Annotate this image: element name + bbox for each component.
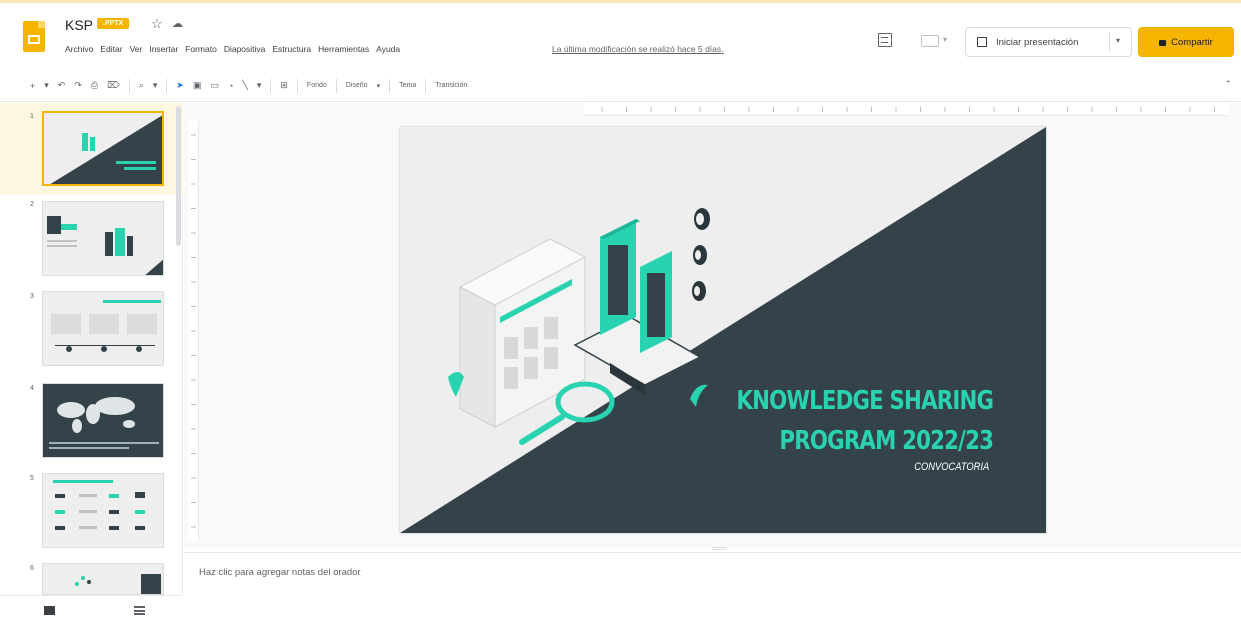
print-icon[interactable]: ⎙: [91, 80, 98, 91]
menu-estructura[interactable]: Estructura: [272, 44, 311, 54]
view-switcher: [0, 595, 183, 628]
present-icon: [977, 37, 987, 47]
meet-icon[interactable]: [921, 35, 939, 47]
menu-herramientas[interactable]: Herramientas: [318, 44, 369, 54]
menu-ver[interactable]: Ver: [130, 44, 143, 54]
layout-button[interactable]: Diseño: [346, 82, 368, 89]
filmstrip-scrollbar[interactable]: [176, 106, 181, 246]
chevron-down-icon[interactable]: ▾: [943, 35, 947, 44]
slide-number: 4: [30, 385, 34, 392]
cloud-status-icon[interactable]: ☁: [172, 17, 183, 30]
undo-icon[interactable]: ↶: [58, 80, 66, 91]
slide-number: 2: [30, 201, 34, 208]
chevron-down-icon[interactable]: ▾: [153, 80, 158, 91]
paint-format-icon[interactable]: ⌦: [107, 80, 120, 91]
menu-diapositiva[interactable]: Diapositiva: [224, 44, 266, 54]
transition-button[interactable]: Transición: [435, 82, 467, 89]
chevron-down-icon[interactable]: ▾: [377, 82, 381, 90]
file-type-badge: .PPTX: [97, 18, 130, 29]
document-title[interactable]: KSP: [65, 17, 93, 33]
menu-insertar[interactable]: Insertar: [149, 44, 178, 54]
slide-subtitle[interactable]: CONVOCATORIA: [914, 461, 989, 473]
slide-thumbnail-6[interactable]: [42, 563, 164, 595]
menu-ayuda[interactable]: Ayuda: [376, 44, 400, 54]
lock-icon: [1159, 40, 1167, 46]
slide-title[interactable]: KNOWLEDGE SHARING PROGRAM 2022/23: [736, 381, 994, 461]
grid-view-icon[interactable]: [44, 606, 55, 615]
current-slide[interactable]: KNOWLEDGE SHARING PROGRAM 2022/23 CONVOC…: [400, 127, 1046, 533]
comment-add-icon[interactable]: ⊞: [280, 80, 288, 91]
toolbar: + ▾ ↶ ↷ ⎙ ⌦ ⌕ ▾ ➤ ▣ ▭ ◔ ╲ ▾ ⊞ Fondo Dise…: [0, 70, 1241, 102]
slide-title-line-2: PROGRAM 2022/23: [779, 426, 994, 456]
menu-editar[interactable]: Editar: [100, 44, 122, 54]
comments-icon[interactable]: [878, 33, 892, 47]
background-button[interactable]: Fondo: [307, 82, 327, 89]
share-button[interactable]: Compartir: [1138, 27, 1234, 57]
slide-thumbnail-1[interactable]: [42, 111, 164, 186]
filmstrip-view-icon[interactable]: [134, 606, 145, 615]
textbox-icon[interactable]: ▣: [193, 80, 202, 91]
chevron-down-icon[interactable]: ▾: [44, 80, 49, 91]
slide-thumbnail-5[interactable]: [42, 473, 164, 548]
select-icon[interactable]: ➤: [176, 80, 184, 91]
share-label: Compartir: [1171, 36, 1213, 48]
theme-button[interactable]: Tema: [399, 82, 416, 89]
present-options-chevron-icon[interactable]: ▾: [1116, 36, 1120, 45]
horizontal-ruler[interactable]: [584, 103, 1229, 116]
shape-icon[interactable]: ◔: [228, 81, 233, 91]
slide-thumbnail-4[interactable]: [42, 383, 164, 458]
redo-icon[interactable]: ↷: [74, 80, 82, 91]
present-label: Iniciar presentación: [996, 36, 1079, 48]
last-edit-link[interactable]: La última modificación se realizó hace 5…: [552, 44, 724, 54]
chevron-down-icon[interactable]: ▾: [257, 80, 262, 91]
menu-bar: Archivo Editar Ver Insertar Formato Diap…: [65, 44, 400, 54]
present-button[interactable]: Iniciar presentación ▾: [965, 27, 1132, 57]
slide-thumbnail-2[interactable]: [42, 201, 164, 276]
slide-number: 5: [30, 475, 34, 482]
notes-resize-handle[interactable]: [712, 547, 726, 550]
top-bar: KSP .PPTX ☆ ☁ Archivo Editar Ver Inserta…: [0, 0, 1241, 68]
add-icon[interactable]: +: [30, 81, 35, 91]
slide-filmstrip: 1 2 3 4 5 6: [0, 103, 183, 595]
image-icon[interactable]: ▭: [210, 80, 219, 91]
slides-logo-icon[interactable]: [23, 21, 45, 52]
menu-formato[interactable]: Formato: [185, 44, 217, 54]
slide-number: 6: [30, 565, 34, 572]
star-icon[interactable]: ☆: [151, 16, 163, 32]
line-icon[interactable]: ╲: [242, 80, 247, 91]
speaker-notes-placeholder[interactable]: Haz clic para agregar notas del orador: [199, 567, 361, 578]
slide-editor: KNOWLEDGE SHARING PROGRAM 2022/23 CONVOC…: [184, 103, 1241, 548]
vertical-ruler[interactable]: [188, 121, 199, 541]
menu-archivo[interactable]: Archivo: [65, 44, 93, 54]
zoom-icon[interactable]: ⌕: [139, 80, 144, 91]
collapse-toolbar-icon[interactable]: ⌃: [1224, 79, 1232, 90]
slide-thumbnail-3[interactable]: [42, 291, 164, 366]
slide-title-line-1: KNOWLEDGE SHARING: [736, 386, 994, 416]
slide-number: 1: [30, 113, 34, 120]
speaker-notes[interactable]: Haz clic para agregar notas del orador: [184, 552, 1241, 628]
slide-number: 3: [30, 293, 34, 300]
